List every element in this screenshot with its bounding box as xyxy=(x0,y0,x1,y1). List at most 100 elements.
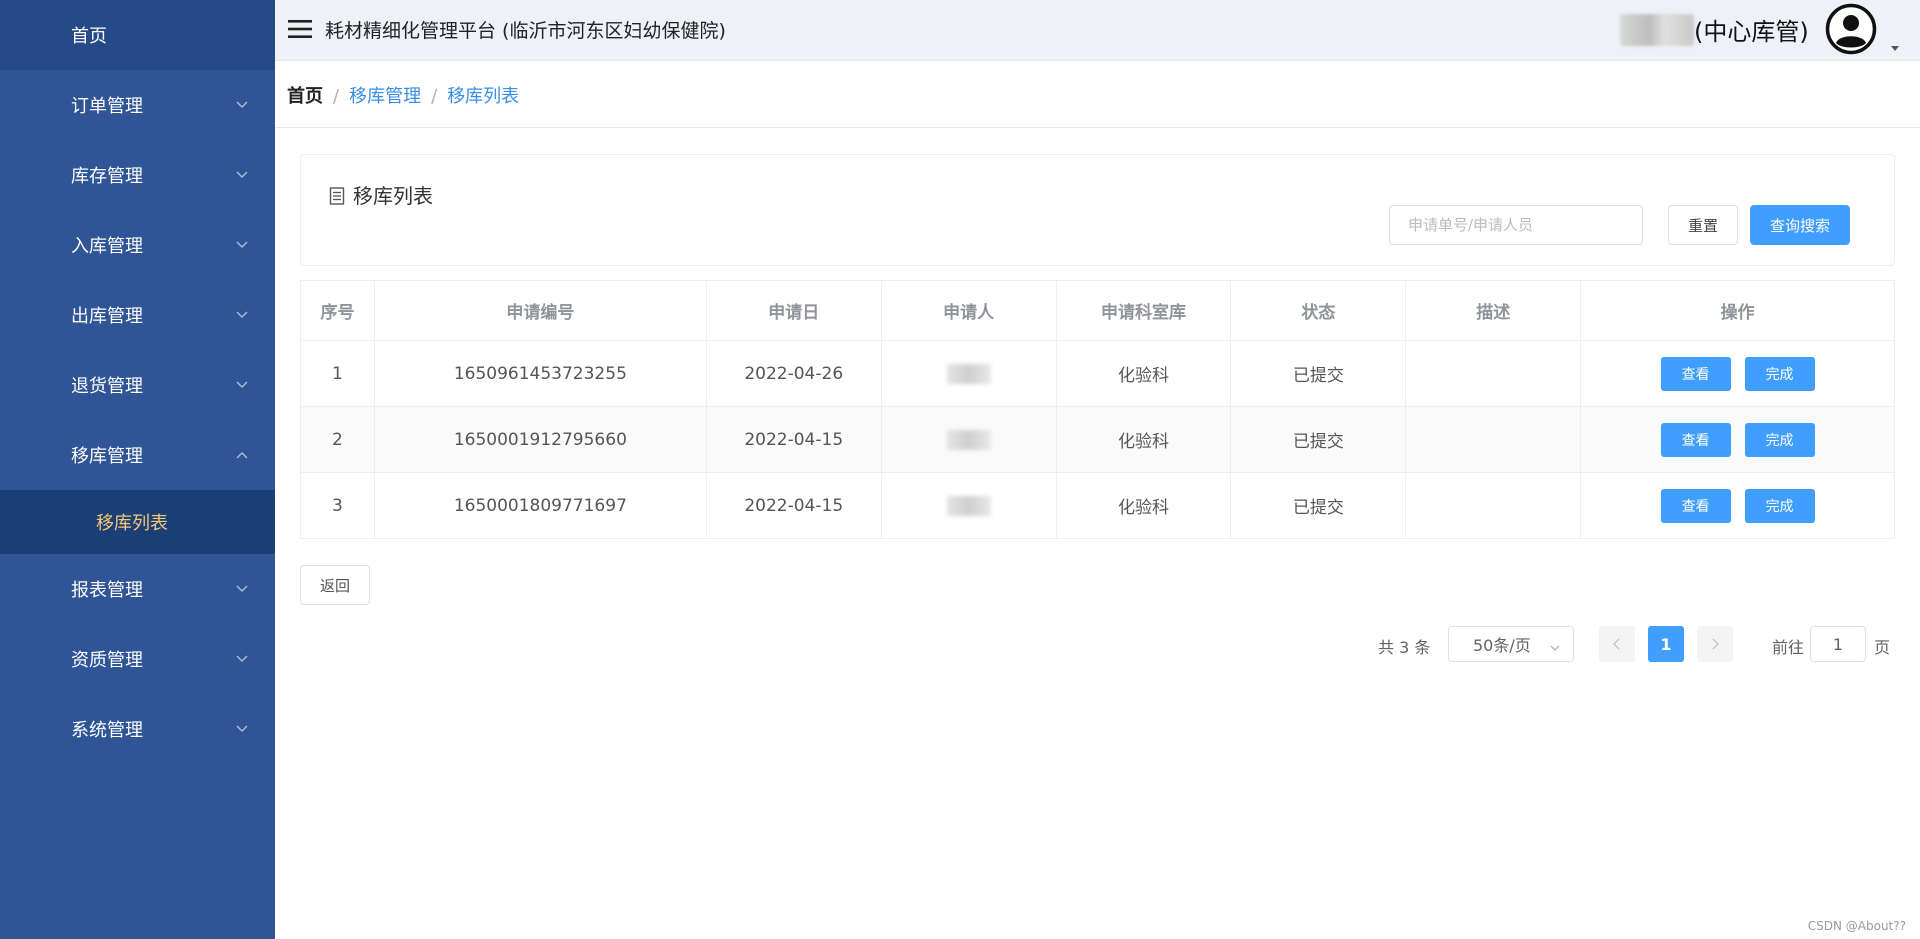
column-header-date: 申请日 xyxy=(705,280,882,341)
cell-actions: 查看 完成 xyxy=(1580,472,1895,539)
pagination: 共 3 条 50条/页 1 前往 页 xyxy=(1378,626,1898,662)
back-button[interactable]: 返回 xyxy=(300,565,370,605)
sidebar: 首页 订单管理 库存管理 入库管理 出库管理 退货管理 移库管理 移库列表 报表… xyxy=(0,0,275,939)
hamburger-icon[interactable] xyxy=(287,17,313,41)
app-title: 耗材精细化管理平台 (临沂市河东区妇幼保健院) xyxy=(325,20,726,42)
cell-date: 2022-04-26 xyxy=(705,340,882,407)
sidebar-item-label: 首页 xyxy=(71,26,107,47)
column-header-status: 状态 xyxy=(1230,280,1407,341)
view-button[interactable]: 查看 xyxy=(1660,422,1731,457)
cell-applicant xyxy=(880,472,1057,539)
cell-description xyxy=(1405,472,1582,539)
transfer-table: 序号 申请编号 申请日 申请人 申请科室库 状态 描述 操作 1 1650961… xyxy=(300,280,1895,539)
search-button[interactable]: 查询搜索 xyxy=(1750,205,1850,245)
chevron-down-icon xyxy=(235,652,249,666)
view-button[interactable]: 查看 xyxy=(1660,488,1731,523)
column-header-applicant: 申请人 xyxy=(880,280,1057,341)
reset-button[interactable]: 重置 xyxy=(1668,205,1738,245)
complete-button[interactable]: 完成 xyxy=(1744,488,1815,523)
column-header-description: 描述 xyxy=(1405,280,1582,341)
column-header-actions: 操作 xyxy=(1580,280,1895,341)
next-page-button[interactable] xyxy=(1697,626,1733,662)
cell-number: 1650001809771697 xyxy=(373,472,707,539)
applicant-redacted xyxy=(946,363,991,384)
cell-dept: 化验科 xyxy=(1055,472,1232,539)
document-icon xyxy=(329,186,345,205)
sidebar-item-label: 系统管理 xyxy=(71,720,143,741)
chevron-down-icon xyxy=(235,98,249,112)
sidebar-subitem-label: 移库列表 xyxy=(96,513,168,534)
sidebar-item-returns[interactable]: 退货管理 xyxy=(0,350,275,420)
chevron-down-icon xyxy=(1549,639,1561,651)
page-number-current[interactable]: 1 xyxy=(1648,626,1684,662)
breadcrumb-home[interactable]: 首页 xyxy=(287,86,323,107)
chevron-down-icon xyxy=(235,238,249,252)
cell-dept: 化验科 xyxy=(1055,406,1232,473)
page-size-select[interactable]: 50条/页 xyxy=(1448,626,1574,662)
table-row: 1 1650961453723255 2022-04-26 化验科 已提交 查看… xyxy=(300,340,1895,407)
cell-index: 2 xyxy=(300,406,375,473)
chevron-up-icon xyxy=(235,448,249,462)
view-button[interactable]: 查看 xyxy=(1660,356,1731,391)
user-name-redacted xyxy=(1620,14,1694,46)
breadcrumb: 首页 / 移库管理 / 移库列表 xyxy=(287,82,519,108)
table-header-row: 序号 申请编号 申请日 申请人 申请科室库 状态 描述 操作 xyxy=(300,280,1895,341)
chevron-down-icon xyxy=(235,378,249,392)
applicant-redacted xyxy=(946,429,991,450)
column-header-index: 序号 xyxy=(300,280,375,341)
sidebar-item-label: 移库管理 xyxy=(71,446,143,467)
sidebar-item-label: 入库管理 xyxy=(71,236,143,257)
cell-status: 已提交 xyxy=(1230,406,1407,473)
cell-applicant xyxy=(880,340,1057,407)
chevron-down-icon xyxy=(235,722,249,736)
cell-number: 1650001912795660 xyxy=(373,406,707,473)
sidebar-item-label: 报表管理 xyxy=(71,580,143,601)
applicant-redacted xyxy=(946,495,991,516)
sidebar-item-label: 退货管理 xyxy=(71,376,143,397)
cell-actions: 查看 完成 xyxy=(1580,340,1895,407)
chevron-left-icon xyxy=(1613,638,1620,650)
goto-label: 前往 xyxy=(1772,638,1805,657)
chevron-down-icon xyxy=(235,308,249,322)
breadcrumb-transfer-list[interactable]: 移库列表 xyxy=(447,86,519,107)
prev-page-button[interactable] xyxy=(1599,626,1635,662)
sidebar-item-inbound[interactable]: 入库管理 xyxy=(0,210,275,280)
complete-button[interactable]: 完成 xyxy=(1744,422,1815,457)
goto-page-input[interactable] xyxy=(1810,626,1866,662)
table-row: 3 1650001809771697 2022-04-15 化验科 已提交 查看… xyxy=(300,472,1895,539)
sidebar-item-orders[interactable]: 订单管理 xyxy=(0,70,275,140)
sidebar-item-label: 出库管理 xyxy=(71,306,143,327)
sidebar-item-outbound[interactable]: 出库管理 xyxy=(0,280,275,350)
sidebar-item-label: 库存管理 xyxy=(71,166,143,187)
sidebar-item-label: 订单管理 xyxy=(71,96,143,117)
caret-down-icon[interactable] xyxy=(1889,38,1901,51)
cell-date: 2022-04-15 xyxy=(705,472,882,539)
sidebar-item-system[interactable]: 系统管理 xyxy=(0,694,275,764)
cell-number: 1650961453723255 xyxy=(373,340,707,407)
user-circle-icon[interactable] xyxy=(1825,3,1877,55)
pagination-total: 共 3 条 xyxy=(1378,638,1431,657)
goto-unit: 页 xyxy=(1874,638,1891,657)
cell-dept: 化验科 xyxy=(1055,340,1232,407)
sidebar-item-reports[interactable]: 报表管理 xyxy=(0,554,275,624)
breadcrumb-bar: 首页 / 移库管理 / 移库列表 xyxy=(275,62,1920,128)
sidebar-item-home[interactable]: 首页 xyxy=(0,0,275,70)
card-title: 移库列表 xyxy=(329,180,433,209)
complete-button[interactable]: 完成 xyxy=(1744,356,1815,391)
table-row: 2 1650001912795660 2022-04-15 化验科 已提交 查看… xyxy=(300,406,1895,473)
sidebar-item-transfer[interactable]: 移库管理 xyxy=(0,420,275,490)
top-header: 耗材精细化管理平台 (临沂市河东区妇幼保健院) (中心库管) xyxy=(275,0,1920,61)
search-card: 移库列表 重置 查询搜索 xyxy=(300,154,1895,266)
cell-status: 已提交 xyxy=(1230,472,1407,539)
breadcrumb-separator: / xyxy=(333,86,340,107)
breadcrumb-transfer-management[interactable]: 移库管理 xyxy=(349,86,421,107)
cell-index: 1 xyxy=(300,340,375,407)
sidebar-item-inventory[interactable]: 库存管理 xyxy=(0,140,275,210)
search-input[interactable] xyxy=(1389,205,1643,245)
cell-date: 2022-04-15 xyxy=(705,406,882,473)
sidebar-subitem-transfer-list[interactable]: 移库列表 xyxy=(0,490,275,554)
sidebar-item-qualification[interactable]: 资质管理 xyxy=(0,624,275,694)
card-title-text: 移库列表 xyxy=(353,184,433,208)
cell-actions: 查看 完成 xyxy=(1580,406,1895,473)
column-header-number: 申请编号 xyxy=(373,280,707,341)
